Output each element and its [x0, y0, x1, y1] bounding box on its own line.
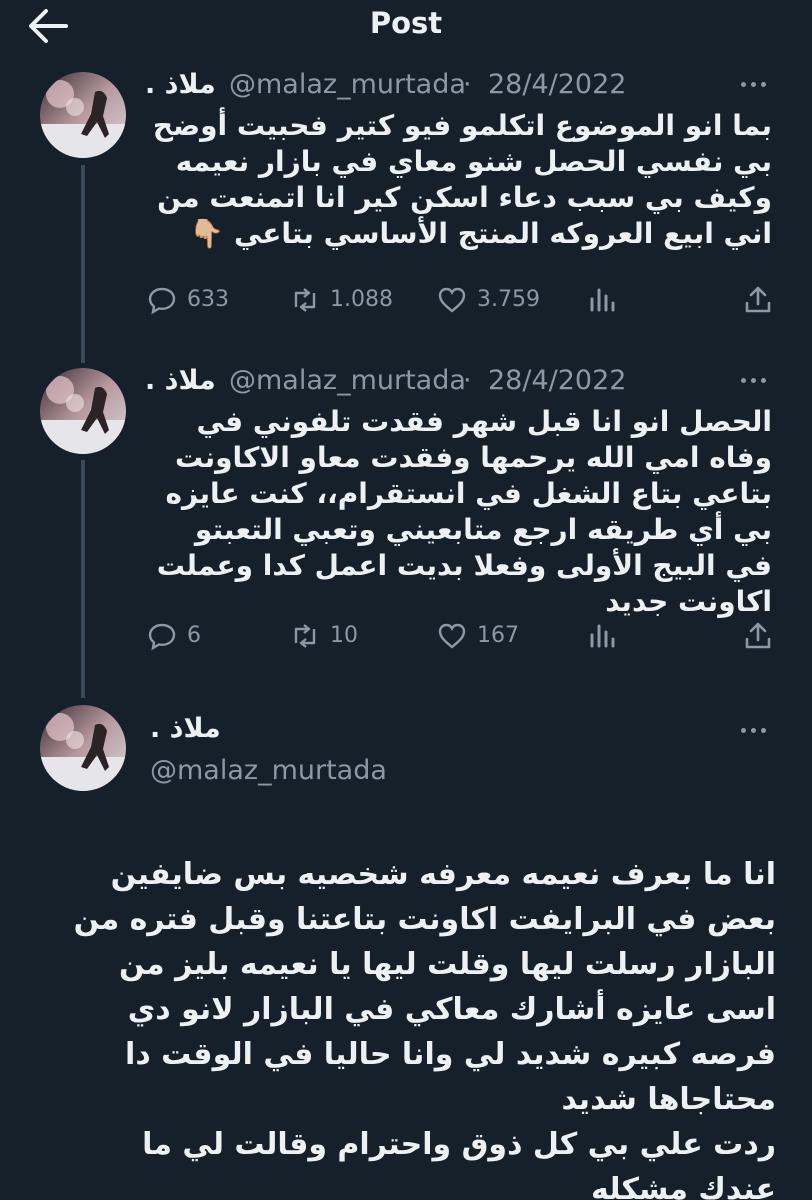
more-dot-icon: [741, 728, 746, 733]
more-options-button[interactable]: [735, 716, 775, 746]
more-dot-icon: [761, 728, 766, 733]
avatar[interactable]: [40, 705, 126, 791]
main-post: ملاذ . @malaz_murtada انا ما بعرف نعيمه …: [0, 0, 812, 1200]
post-text: انا ما بعرف نعيمه معرفه شخصيه بس ضايفين …: [73, 857, 776, 1200]
more-dot-icon: [751, 728, 756, 733]
display-name[interactable]: ملاذ .: [150, 712, 250, 746]
handle[interactable]: @malaz_murtada: [150, 754, 387, 788]
